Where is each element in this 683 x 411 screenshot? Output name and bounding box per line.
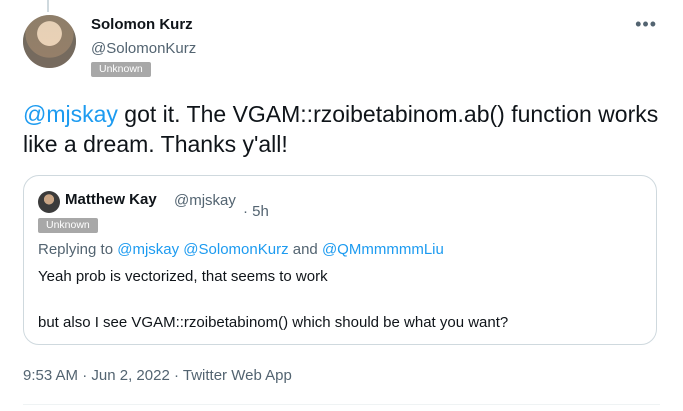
author-avatar[interactable] <box>23 15 76 68</box>
tweet-mention-link[interactable]: @mjskay <box>23 101 118 127</box>
quoted-author-avatar[interactable] <box>38 191 60 213</box>
tweet-body: got it. The VGAM::rzoibetabinom.ab() fun… <box>23 101 659 157</box>
replying-to-label: Replying to <box>38 241 114 258</box>
meta-sep-2: · <box>173 367 179 384</box>
reply-mention-mjskay[interactable]: @mjskay <box>117 241 179 258</box>
more-options-icon[interactable]: ••• <box>635 14 657 35</box>
quoted-author-handle[interactable]: @mjskay <box>174 192 236 209</box>
tweet-text: @mjskay got it. The VGAM::rzoibetabinom.… <box>23 99 663 159</box>
replying-and: and <box>292 241 318 258</box>
author-handle[interactable]: @SolomonKurz <box>91 40 196 57</box>
reply-mention-qmliu[interactable]: @QMmmmmmLiu <box>322 241 444 258</box>
divider <box>23 404 660 405</box>
quoted-author-status-badge: Unknown <box>38 218 98 233</box>
tweet-date[interactable]: Jun 2, 2022 <box>91 367 169 384</box>
author-status-badge: Unknown <box>91 62 151 77</box>
replying-to-line: Replying to @mjskay @SolomonKurz and @QM… <box>38 241 444 258</box>
quoted-author-name[interactable]: Matthew Kay <box>65 191 157 208</box>
thread-connector-line <box>47 0 49 12</box>
tweet-source[interactable]: Twitter Web App <box>183 367 292 384</box>
author-name[interactable]: Solomon Kurz <box>91 16 193 33</box>
tweet-time[interactable]: 9:53 AM <box>23 367 78 384</box>
quoted-tweet-card[interactable]: Matthew Kay @mjskay · 5h Unknown Replyin… <box>23 175 657 345</box>
quoted-text-line-2: but also I see VGAM::rzoibetabinom() whi… <box>38 314 509 331</box>
tweet-meta: 9:53 AM · Jun 2, 2022 · Twitter Web App <box>23 367 292 384</box>
quoted-text-line-1: Yeah prob is vectorized, that seems to w… <box>38 268 328 285</box>
meta-sep-1: · <box>82 367 88 384</box>
reply-mention-solomonkurz[interactable]: @SolomonKurz <box>183 241 288 258</box>
quoted-timestamp[interactable]: · 5h <box>243 203 269 220</box>
